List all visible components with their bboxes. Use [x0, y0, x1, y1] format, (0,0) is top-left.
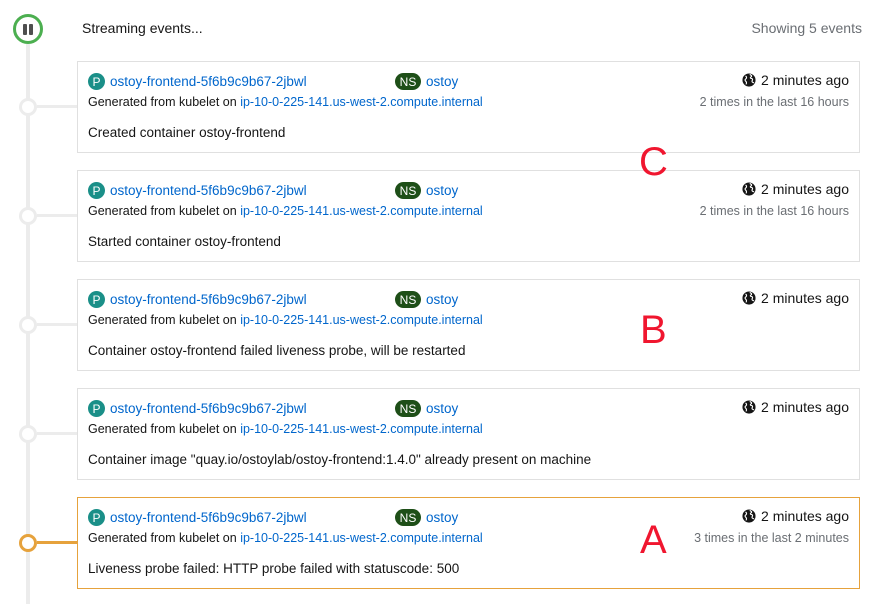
streaming-status: Streaming events...	[82, 20, 203, 36]
annotation-c: C	[639, 140, 668, 184]
globe-icon	[742, 400, 756, 414]
event-message: Started container ostoy-frontend	[88, 234, 281, 249]
event-card: Postoy-frontend-5f6b9c9b67-2jbwl NS ostoy G…	[77, 61, 860, 153]
pod-link[interactable]: ostoy-frontend-5f6b9c9b67-2jbwl	[110, 74, 307, 89]
namespace-link[interactable]: ostoy	[426, 292, 458, 307]
timeline-connector	[37, 214, 78, 217]
globe-icon	[742, 73, 756, 87]
node-link[interactable]: ip-10-0-225-141.us-west-2.compute.intern…	[240, 204, 483, 218]
globe-icon	[742, 291, 756, 305]
namespace-resource: NS ostoy	[395, 400, 458, 417]
pod-resource: Postoy-frontend-5f6b9c9b67-2jbwl	[88, 509, 307, 526]
source-prefix: Generated from kubelet on	[88, 422, 237, 436]
timeline-node	[19, 534, 37, 552]
event-time: 2 minutes ago	[761, 508, 849, 524]
namespace-resource: NS ostoy	[395, 291, 458, 308]
pause-icon	[23, 23, 27, 35]
event-count: 2 times in the last 16 hours	[699, 95, 849, 109]
event-count-label: Showing 5 events	[751, 20, 862, 36]
pod-link[interactable]: ostoy-frontend-5f6b9c9b67-2jbwl	[110, 183, 307, 198]
pod-resource: Postoy-frontend-5f6b9c9b67-2jbwl	[88, 291, 307, 308]
event-timestamp: 2 minutes ago	[742, 181, 849, 197]
timeline-node	[19, 316, 37, 334]
source-prefix: Generated from kubelet on	[88, 531, 237, 545]
event-time: 2 minutes ago	[761, 181, 849, 197]
event-count: 2 times in the last 16 hours	[699, 204, 849, 218]
namespace-badge: NS	[395, 182, 421, 199]
event-card: Postoy-frontend-5f6b9c9b67-2jbwl NS ostoy G…	[77, 388, 860, 480]
pod-badge: P	[88, 73, 105, 90]
event-message: Container ostoy-frontend failed liveness…	[88, 343, 466, 358]
pod-link[interactable]: ostoy-frontend-5f6b9c9b67-2jbwl	[110, 292, 307, 307]
event-time: 2 minutes ago	[761, 399, 849, 415]
pod-resource: Postoy-frontend-5f6b9c9b67-2jbwl	[88, 73, 307, 90]
source-prefix: Generated from kubelet on	[88, 313, 237, 327]
pod-badge: P	[88, 509, 105, 526]
node-link[interactable]: ip-10-0-225-141.us-west-2.compute.intern…	[240, 531, 483, 545]
event-card: Postoy-frontend-5f6b9c9b67-2jbwl NS ostoy G…	[77, 170, 860, 262]
node-link[interactable]: ip-10-0-225-141.us-west-2.compute.intern…	[240, 422, 483, 436]
timeline-connector	[37, 105, 78, 108]
event-time: 2 minutes ago	[761, 72, 849, 88]
namespace-badge: NS	[395, 400, 421, 417]
namespace-resource: NS ostoy	[395, 509, 458, 526]
pause-icon-bar	[29, 23, 33, 35]
namespace-link[interactable]: ostoy	[426, 401, 458, 416]
pod-badge: P	[88, 182, 105, 199]
namespace-link[interactable]: ostoy	[426, 510, 458, 525]
namespace-badge: NS	[395, 291, 421, 308]
namespace-link[interactable]: ostoy	[426, 74, 458, 89]
timeline-node	[19, 207, 37, 225]
timeline-connector	[37, 541, 78, 544]
pod-resource: Postoy-frontend-5f6b9c9b67-2jbwl	[88, 400, 307, 417]
namespace-badge: NS	[395, 509, 421, 526]
annotation-b: B	[640, 308, 667, 352]
event-message: Container image "quay.io/ostoylab/ostoy-…	[88, 452, 592, 467]
pod-badge: P	[88, 291, 105, 308]
event-timestamp: 2 minutes ago	[742, 508, 849, 524]
globe-icon	[742, 182, 756, 196]
event-timestamp: 2 minutes ago	[742, 399, 849, 415]
event-source: Generated from kubelet on ip-10-0-225-14…	[88, 95, 483, 109]
globe-icon	[742, 509, 756, 523]
event-card: Postoy-frontend-5f6b9c9b67-2jbwl NS ostoy G…	[77, 497, 860, 589]
namespace-resource: NS ostoy	[395, 73, 458, 90]
pod-resource: Postoy-frontend-5f6b9c9b67-2jbwl	[88, 182, 307, 199]
timeline-connector	[37, 432, 78, 435]
source-prefix: Generated from kubelet on	[88, 95, 237, 109]
node-link[interactable]: ip-10-0-225-141.us-west-2.compute.intern…	[240, 313, 483, 327]
event-source: Generated from kubelet on ip-10-0-225-14…	[88, 422, 483, 436]
namespace-link[interactable]: ostoy	[426, 183, 458, 198]
timeline-node	[19, 425, 37, 443]
node-link[interactable]: ip-10-0-225-141.us-west-2.compute.intern…	[240, 95, 483, 109]
event-time: 2 minutes ago	[761, 290, 849, 306]
event-source: Generated from kubelet on ip-10-0-225-14…	[88, 531, 483, 545]
annotation-a: A	[640, 518, 667, 562]
event-source: Generated from kubelet on ip-10-0-225-14…	[88, 204, 483, 218]
pod-badge: P	[88, 400, 105, 417]
namespace-badge: NS	[395, 73, 421, 90]
event-message: Created container ostoy-frontend	[88, 125, 286, 140]
pod-link[interactable]: ostoy-frontend-5f6b9c9b67-2jbwl	[110, 510, 307, 525]
event-timestamp: 2 minutes ago	[742, 72, 849, 88]
namespace-resource: NS ostoy	[395, 182, 458, 199]
event-source: Generated from kubelet on ip-10-0-225-14…	[88, 313, 483, 327]
timeline-node	[19, 98, 37, 116]
event-message: Liveness probe failed: HTTP probe failed…	[88, 561, 460, 576]
timeline-connector	[37, 323, 78, 326]
event-count: 3 times in the last 2 minutes	[694, 531, 849, 545]
event-timestamp: 2 minutes ago	[742, 290, 849, 306]
pod-link[interactable]: ostoy-frontend-5f6b9c9b67-2jbwl	[110, 401, 307, 416]
pause-streaming-button[interactable]	[13, 14, 43, 44]
source-prefix: Generated from kubelet on	[88, 204, 237, 218]
event-card: Postoy-frontend-5f6b9c9b67-2jbwl NS ostoy G…	[77, 279, 860, 371]
